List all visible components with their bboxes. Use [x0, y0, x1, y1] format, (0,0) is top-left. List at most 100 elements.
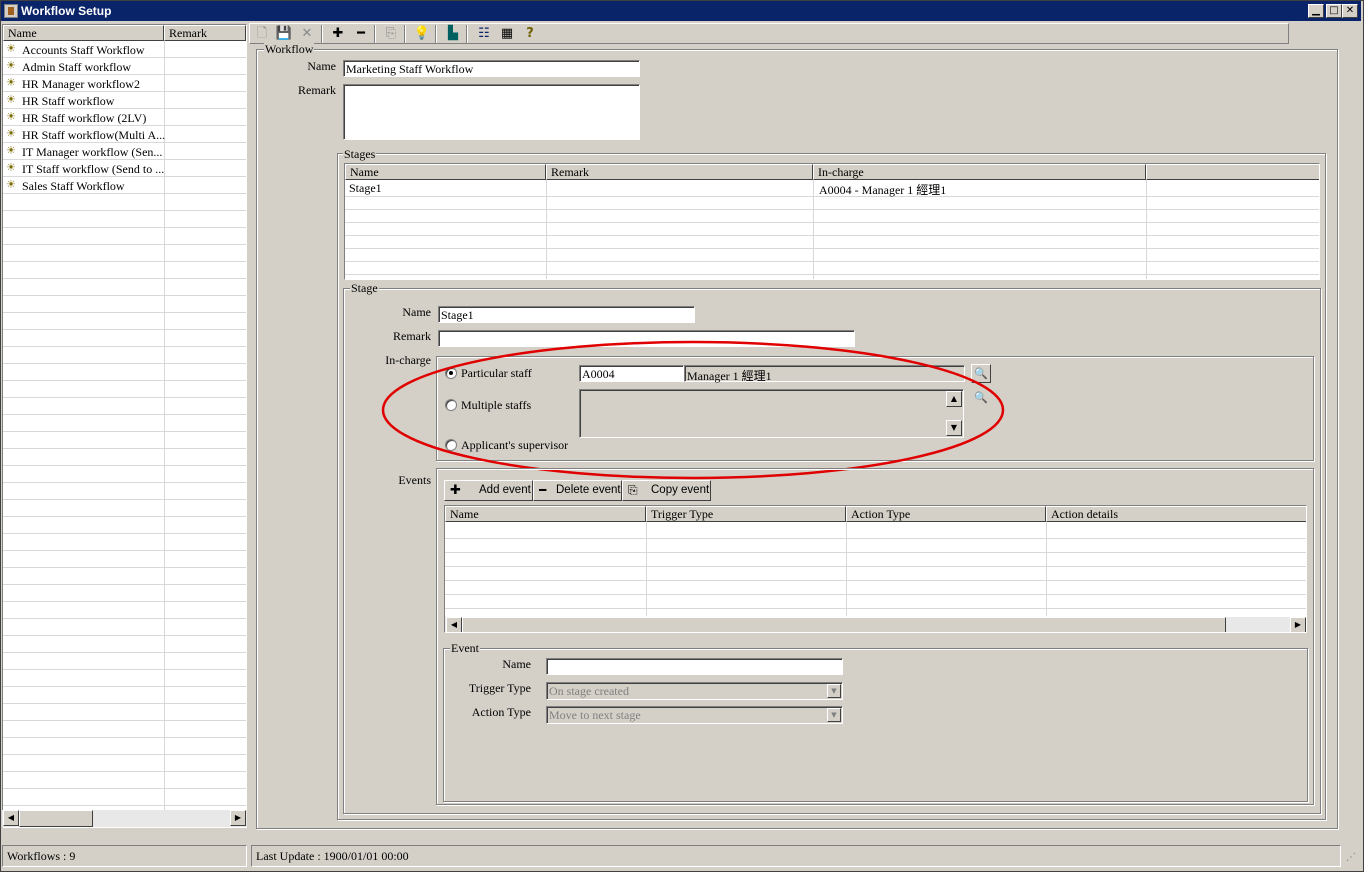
- workflow-name-input[interactable]: Marketing Staff Workflow: [343, 60, 640, 77]
- chevron-down-icon[interactable]: ▼: [827, 684, 841, 698]
- scroll-left-icon[interactable]: ◀: [446, 617, 462, 632]
- action-type-select[interactable]: Move to next stage ▼: [546, 706, 843, 724]
- workflow-remark-input[interactable]: [343, 84, 640, 140]
- workflow-bulb-icon: ☀: [6, 127, 16, 140]
- list-item-label: HR Staff workflow (2LV): [22, 111, 147, 125]
- list-item[interactable]: ☀ HR Staff workflow (2LV): [3, 109, 246, 126]
- event-name-label: Name: [502, 657, 531, 671]
- scroll-right-icon[interactable]: ▶: [230, 810, 246, 826]
- events-table[interactable]: Name Trigger Type Action Type Action det…: [444, 505, 1307, 633]
- workflow-bulb-icon: ☀: [6, 144, 16, 157]
- stages-header-extra[interactable]: [1146, 164, 1319, 180]
- delete-event-button[interactable]: ━ Delete event: [533, 480, 622, 501]
- event-name-input[interactable]: [546, 658, 843, 675]
- new-icon[interactable]: 🗋: [252, 25, 272, 43]
- grid-view-icon[interactable]: ▦: [497, 25, 517, 43]
- workflow-name-label: Name: [307, 59, 336, 73]
- status-workflow-count: Workflows : 9: [2, 845, 247, 867]
- stage-row-name: Stage1: [349, 181, 382, 195]
- annotation-ellipse: [381, 340, 1005, 480]
- help-icon[interactable]: ?: [520, 25, 540, 43]
- list-item-label: HR Staff workflow: [22, 94, 115, 108]
- trigger-type-select[interactable]: On stage created ▼: [546, 682, 843, 700]
- stage-name-input[interactable]: Stage1: [438, 306, 695, 323]
- list-header-name[interactable]: Name: [3, 25, 164, 41]
- list-item-label: HR Manager workflow2: [22, 77, 140, 91]
- scroll-thumb[interactable]: [19, 810, 93, 827]
- action-type-label: Action Type: [471, 705, 531, 719]
- toolbar-separator: [321, 25, 323, 43]
- list-item[interactable]: ☀ Admin Staff workflow: [3, 58, 246, 75]
- stage-group-label: Stage: [350, 281, 379, 296]
- list-item-label: HR Staff workflow(Multi A...: [22, 128, 166, 142]
- stages-group-label: Stages: [343, 147, 377, 162]
- exit-icon[interactable]: ▙: [443, 25, 463, 43]
- list-item[interactable]: ☀ HR Staff workflow(Multi A...: [3, 126, 246, 143]
- title-bar[interactable]: Workflow Setup ▁ □ ✕: [1, 1, 1361, 21]
- scroll-right-icon[interactable]: ▶: [1290, 617, 1306, 632]
- list-item[interactable]: ☀ Accounts Staff Workflow: [3, 41, 246, 58]
- stages-header-name[interactable]: Name: [345, 164, 546, 180]
- copy-icon: ⎘: [628, 483, 638, 497]
- scroll-thumb[interactable]: [462, 617, 1226, 632]
- workflow-bulb-icon: ☀: [6, 93, 16, 106]
- minimize-button[interactable]: ▁: [1308, 4, 1324, 18]
- toolbar-separator: [404, 25, 406, 43]
- trigger-type-label: Trigger Type: [468, 681, 531, 695]
- stage-row-incharge: A0004 - Manager 1 經理1: [819, 183, 947, 197]
- workflow-list[interactable]: Name Remark ☀ Accounts Staff Workflow ☀ Adm…: [2, 24, 247, 828]
- workflow-group-label: Workflow: [264, 42, 315, 57]
- save-icon[interactable]: 💾: [274, 25, 294, 43]
- list-item-label: IT Staff workflow (Send to ...: [22, 162, 165, 176]
- remove-icon[interactable]: ━: [351, 25, 371, 43]
- add-icon[interactable]: ✚: [328, 25, 348, 43]
- workflow-remark-label: Remark: [298, 83, 336, 97]
- workflow-bulb-icon: ☀: [6, 59, 16, 72]
- list-item-label: Sales Staff Workflow: [22, 179, 125, 193]
- add-icon: ✚: [450, 483, 461, 498]
- workflow-bulb-icon: ☀: [6, 178, 16, 191]
- maximize-button[interactable]: □: [1326, 4, 1342, 18]
- list-item-label: IT Manager workflow (Sen...: [22, 145, 163, 159]
- resize-grip-icon[interactable]: ⋰: [1346, 852, 1360, 866]
- delete-icon[interactable]: ✕: [297, 25, 317, 43]
- copy-icon[interactable]: ⎘: [381, 25, 401, 43]
- list-item-label: Accounts Staff Workflow: [22, 43, 145, 57]
- bulb-icon[interactable]: 💡: [412, 25, 432, 43]
- list-horizontal-scrollbar[interactable]: ◀ ▶: [2, 810, 247, 827]
- remove-icon: ━: [539, 483, 547, 497]
- workflow-bulb-icon: ☀: [6, 76, 16, 89]
- events-header-name[interactable]: Name: [445, 506, 646, 522]
- status-last-update: Last Update : 1900/01/01 00:00: [251, 845, 1341, 867]
- tree-view-icon[interactable]: ☷: [474, 25, 494, 43]
- event-group-label: Event: [450, 641, 480, 656]
- workflow-bulb-icon: ☀: [6, 161, 16, 174]
- list-header-remark[interactable]: Remark: [164, 25, 246, 41]
- app-icon: [4, 4, 18, 18]
- list-item[interactable]: ☀ Sales Staff Workflow: [3, 177, 246, 194]
- close-button[interactable]: ✕: [1342, 4, 1358, 18]
- add-event-button[interactable]: ✚ Add event: [444, 480, 533, 501]
- table-row[interactable]: Stage1 A0004 - Manager 1 經理1: [345, 180, 1319, 197]
- events-horizontal-scrollbar[interactable]: ◀ ▶: [445, 617, 1306, 632]
- list-item[interactable]: ☀ HR Manager workflow2: [3, 75, 246, 92]
- events-label: Events: [398, 473, 431, 487]
- toolbar-separator: [435, 25, 437, 43]
- scroll-left-icon[interactable]: ◀: [3, 810, 19, 826]
- workflow-bulb-icon: ☀: [6, 42, 16, 55]
- events-header-trigger[interactable]: Trigger Type: [646, 506, 846, 522]
- window-title: Workflow Setup: [21, 4, 112, 18]
- list-item[interactable]: ☀ IT Manager workflow (Sen...: [3, 143, 246, 160]
- list-item[interactable]: ☀ IT Staff workflow (Send to ...: [3, 160, 246, 177]
- list-item[interactable]: ☀ HR Staff workflow: [3, 92, 246, 109]
- stages-header-remark[interactable]: Remark: [546, 164, 813, 180]
- copy-event-button[interactable]: ⎘ Copy event: [622, 480, 711, 501]
- events-header-details[interactable]: Action details: [1046, 506, 1306, 522]
- events-header-action[interactable]: Action Type: [846, 506, 1046, 522]
- chevron-down-icon[interactable]: ▼: [827, 708, 841, 722]
- workflow-bulb-icon: ☀: [6, 110, 16, 123]
- toolbar-separator: [374, 25, 376, 43]
- toolbar-separator: [466, 25, 468, 43]
- stages-header-incharge[interactable]: In-charge: [813, 164, 1146, 180]
- stages-table[interactable]: Name Remark In-charge Stage1 A0004 - Man…: [344, 163, 1320, 280]
